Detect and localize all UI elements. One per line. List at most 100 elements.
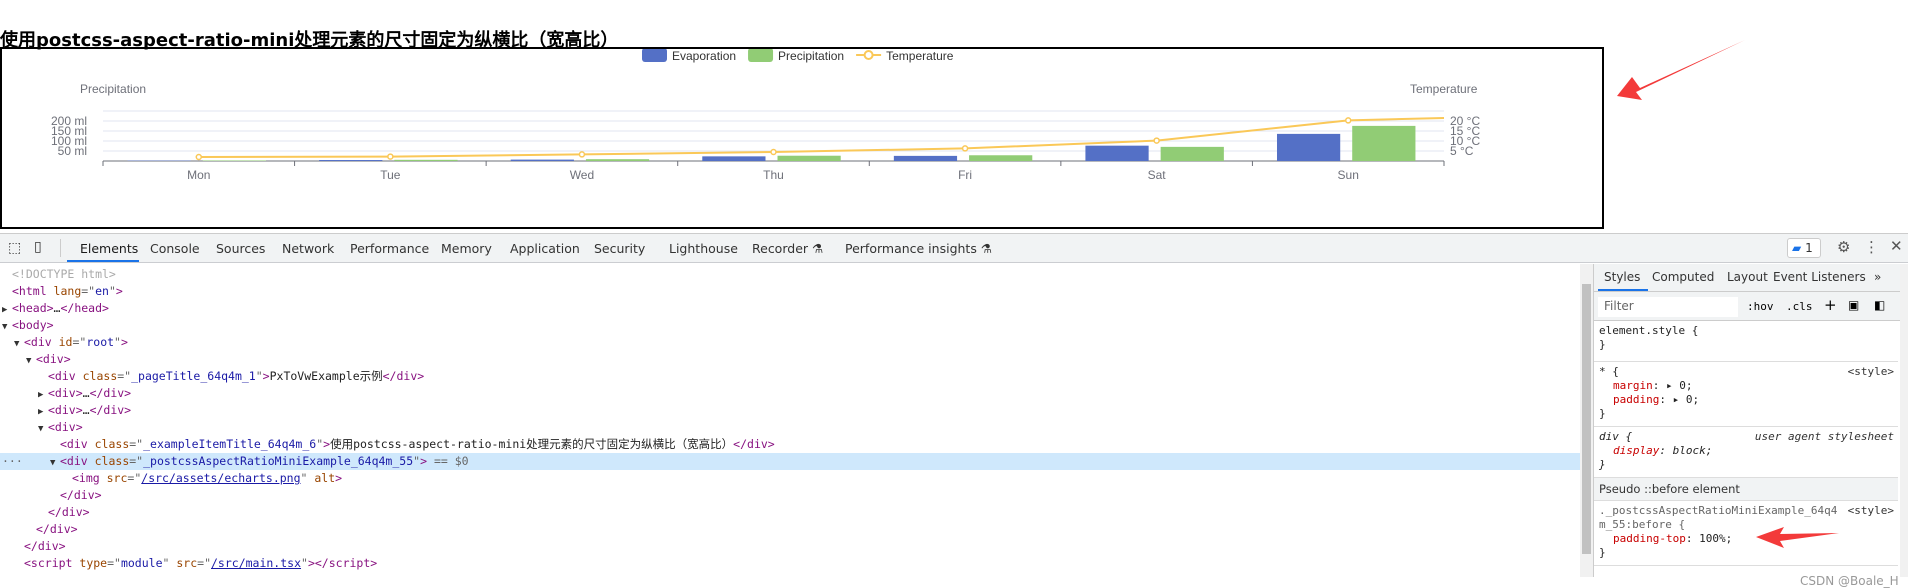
rule-source[interactable]: <style> [1848, 504, 1894, 518]
styles-tab-0[interactable]: Styles [1604, 270, 1640, 284]
annotation-arrow-icon [0, 0, 1908, 240]
tab-memory[interactable]: Memory [441, 241, 492, 256]
dom-token: id [59, 335, 73, 349]
styles-scrollbar[interactable] [1900, 264, 1908, 577]
dom-token: <script [24, 556, 79, 570]
css-value[interactable]: ▸ 0; [1673, 393, 1700, 406]
rule-end: } [1599, 458, 1893, 472]
styles-filter-input[interactable]: Filter [1598, 297, 1738, 317]
dom-node[interactable]: ▼<body> [0, 317, 1580, 334]
dom-token: > [263, 369, 270, 383]
dom-token: =" [197, 556, 211, 570]
dom-token: </div> [24, 539, 66, 553]
tab-elements[interactable]: Elements [80, 241, 138, 256]
rule-div-user-agent[interactable]: user agent stylesheet div { display: blo… [1594, 427, 1898, 478]
tab-performance-insights[interactable]: Performance insights ⚗ [845, 241, 992, 256]
cls-toggle[interactable]: .cls [1786, 300, 1813, 313]
source-link[interactable]: /src/assets/echarts.png [141, 471, 300, 485]
dom-token: <div> [48, 420, 83, 434]
dom-node[interactable]: </div> [0, 538, 1580, 555]
tab-console[interactable]: Console [150, 241, 200, 256]
dom-node[interactable]: ▶<div>…</div> [0, 402, 1580, 419]
dom-token: <div [60, 454, 95, 468]
dom-token: </div> [383, 369, 425, 383]
dom-token: PxToVwExample示例 [270, 369, 383, 383]
dom-node[interactable]: </div> [0, 521, 1580, 538]
dom-token: <html [12, 284, 54, 298]
css-property[interactable]: margin [1613, 379, 1653, 392]
devtools-toolbar: ⬚ ▯ Elements Console Sources Network Perform… [0, 234, 1908, 263]
dom-node[interactable]: </div> [0, 487, 1580, 504]
dom-node[interactable]: <div class="_pageTitle_64q4m_1">PxToVwEx… [0, 368, 1580, 385]
elements-scrollbar-thumb[interactable] [1582, 284, 1591, 554]
paint-brush-icon[interactable]: ▣ [1848, 298, 1859, 312]
dom-node[interactable]: <div class="_exampleItemTitle_64q4m_6">使… [0, 436, 1580, 453]
rule-pseudo-before[interactable]: <style> ._postcssAspectRatioMiniExample_… [1594, 501, 1898, 566]
tab-network[interactable]: Network [282, 241, 334, 256]
dom-token: </div> [733, 437, 775, 451]
dom-token: =" [117, 369, 131, 383]
css-value[interactable]: 100%; [1699, 532, 1732, 545]
dom-token: en [95, 284, 109, 298]
dom-token: root [86, 335, 114, 349]
issues-icon: ▰ [1792, 241, 1801, 255]
styles-tab-2[interactable]: Layout [1727, 270, 1768, 284]
css-property[interactable]: padding [1613, 393, 1659, 406]
dom-node[interactable]: ▼<div id="root"> [0, 334, 1580, 351]
tab-security[interactable]: Security [594, 241, 645, 256]
dom-node[interactable]: </div> [0, 504, 1580, 521]
tab-recorder[interactable]: Recorder ⚗ [752, 241, 823, 256]
inspect-element-icon[interactable]: ⬚ [8, 240, 21, 256]
styles-tab-3[interactable]: Event Listeners [1773, 270, 1866, 284]
rule-universal[interactable]: <style> * { margin: ▸ 0; padding: ▸ 0; } [1594, 362, 1898, 427]
dom-token: " [114, 335, 121, 349]
dom-token: </div> [60, 488, 102, 502]
tab-sources[interactable]: Sources [216, 241, 265, 256]
dom-node[interactable]: <img src="/src/assets/echarts.png" alt> [0, 470, 1580, 487]
styles-tab-4[interactable]: » [1874, 270, 1881, 284]
dom-node[interactable]: <html lang="en"> [0, 283, 1580, 300]
dom-token: " [256, 369, 263, 383]
new-rule-plus-icon[interactable]: + [1824, 296, 1837, 314]
tab-lighthouse[interactable]: Lighthouse [669, 241, 738, 256]
tab-application[interactable]: Application [510, 241, 580, 256]
rule-end: } [1599, 546, 1893, 560]
dom-node-selected[interactable]: ···▼<div class="_postcssAspectRatioMiniE… [0, 453, 1580, 470]
dom-token: " [301, 471, 315, 485]
source-link[interactable]: /src/main.tsx [211, 556, 301, 570]
css-value[interactable]: ▸ 0; [1666, 379, 1693, 392]
settings-gear-icon[interactable]: ⚙ [1837, 238, 1850, 256]
dom-token: <div [24, 335, 59, 349]
dom-token: </div> [90, 386, 132, 400]
devtools-panel: ⬚ ▯ Elements Console Sources Network Perform… [0, 233, 1908, 576]
device-toolbar-icon[interactable]: ▯ [34, 239, 42, 255]
styles-tab-1[interactable]: Computed [1652, 270, 1714, 284]
issues-button[interactable]: ▰ 1 [1787, 238, 1821, 258]
dom-node[interactable]: ▶<div>…</div> [0, 385, 1580, 402]
more-options-icon[interactable]: ⋮ [1864, 238, 1879, 256]
dom-token: src [107, 471, 128, 485]
dom-token: alt [314, 471, 335, 485]
dom-node[interactable]: <!DOCTYPE html> [0, 266, 1580, 283]
dom-token: 使用postcss-aspect-ratio-mini处理元素的尺寸固定为纵横比… [330, 437, 733, 451]
dom-token: =" [81, 284, 95, 298]
dom-token: </div> [90, 403, 132, 417]
dom-node[interactable]: ▼<div> [0, 351, 1580, 368]
dom-token: <img [72, 471, 107, 485]
css-property[interactable]: padding-top [1613, 532, 1686, 545]
rule-source[interactable]: <style> [1848, 365, 1894, 379]
toggle-sidebar-icon[interactable]: ◧ [1874, 298, 1885, 312]
annotation-arrow-icon [1754, 526, 1844, 550]
hov-toggle[interactable]: :hov [1747, 300, 1774, 313]
dom-node[interactable]: ▶<head>…</head> [0, 300, 1580, 317]
tab-performance[interactable]: Performance [350, 241, 429, 256]
dom-node[interactable]: <script type="module" src="/src/main.tsx… [0, 555, 1580, 572]
dom-token: <body> [12, 318, 54, 332]
dom-node[interactable]: ▼<div> [0, 419, 1580, 436]
node-menu-icon[interactable]: ··· [2, 453, 23, 470]
dom-token: > [420, 454, 427, 468]
dom-token: =" [107, 556, 121, 570]
close-icon[interactable]: ✕ [1890, 237, 1903, 255]
dom-token: " [163, 556, 177, 570]
rule-element-style[interactable]: element.style {} [1594, 321, 1898, 362]
